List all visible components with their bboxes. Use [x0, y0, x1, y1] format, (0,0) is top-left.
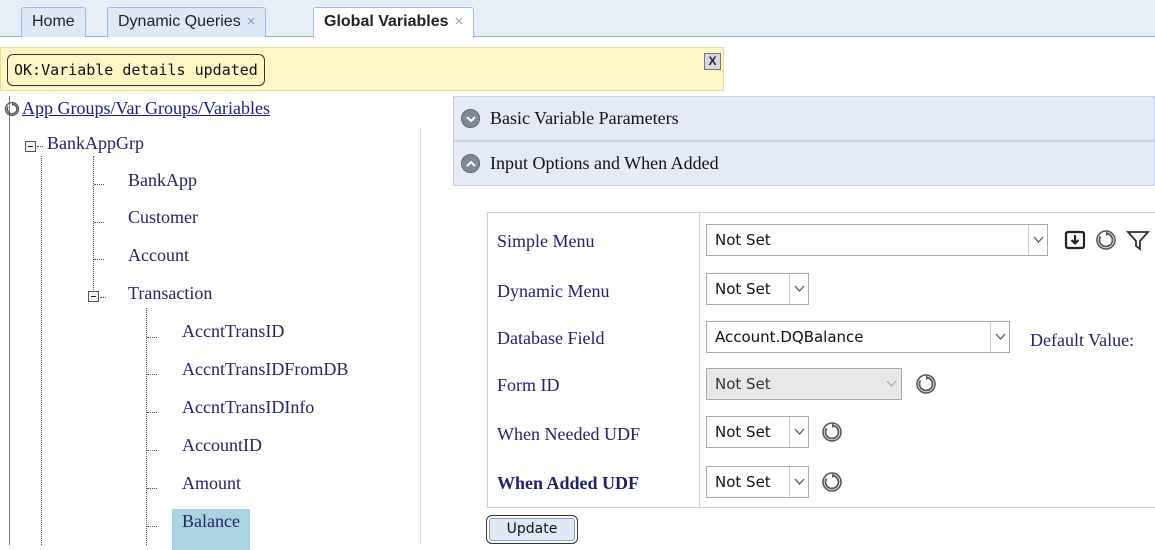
select-value: Not Set — [715, 375, 771, 393]
update-button[interactable]: Update — [486, 515, 578, 544]
refresh-icon[interactable] — [821, 421, 843, 448]
input-options-form — [487, 212, 1155, 507]
select-value: Not Set — [715, 423, 771, 441]
tree-connector — [147, 488, 157, 489]
status-message: OK:Variable details updated — [7, 54, 265, 86]
tree-connector — [41, 156, 42, 545]
refresh-icon[interactable] — [1095, 229, 1117, 256]
pane-divider — [420, 128, 421, 545]
tree-node-var-group[interactable]: BankApp — [128, 170, 197, 191]
tree-node-variable[interactable]: AccntTransID — [182, 321, 284, 342]
tab-dynamic-queries[interactable]: Dynamic Queries × — [107, 7, 267, 37]
default-value-label: Default Value: — [1030, 330, 1135, 350]
tab-global-variables[interactable]: Global Variables × — [313, 7, 475, 38]
when-added-udf-select[interactable]: Not Set — [706, 466, 809, 498]
select-value: Not Set — [715, 231, 771, 249]
database-field-label: Database Field — [497, 328, 605, 348]
download-icon[interactable] — [1064, 229, 1086, 256]
variable-tree: App Groups/Var Groups/Variables BankAppG… — [0, 96, 440, 550]
tree-root-link[interactable]: App Groups/Var Groups/Variables — [22, 98, 270, 119]
form-column-divider — [699, 212, 700, 507]
simple-menu-select[interactable]: Not Set — [706, 224, 1048, 256]
tree-connector — [147, 412, 157, 413]
chevron-down-icon — [789, 274, 808, 304]
tree-node-variable[interactable]: AccntTransIDFromDB — [182, 359, 348, 380]
tree-connector — [147, 526, 157, 527]
tab-home[interactable]: Home — [21, 7, 86, 37]
chevron-down-icon — [882, 369, 901, 399]
form-id-label: Form ID — [497, 375, 560, 395]
chevron-down-icon — [990, 322, 1009, 352]
tab-label: Dynamic Queries — [118, 13, 241, 30]
tree-node-variable-selected[interactable]: Balance — [172, 509, 250, 550]
tree-node-var-group[interactable]: Transaction — [128, 283, 212, 304]
chevron-down-icon — [1028, 225, 1047, 255]
when-added-udf-label: When Added UDF — [497, 473, 640, 493]
tree-connector — [94, 259, 104, 260]
select-value: Not Set — [715, 280, 771, 298]
tab-close-icon[interactable]: × — [247, 13, 256, 30]
tree-connector — [146, 308, 147, 545]
chevron-down-icon — [789, 467, 808, 497]
dynamic-menu-select[interactable]: Not Set — [706, 273, 809, 305]
form-id-select[interactable]: Not Set — [706, 368, 902, 400]
tree-connector — [94, 222, 104, 223]
chevron-up-icon — [461, 154, 480, 173]
tree-node-variable[interactable]: AccountID — [182, 435, 262, 456]
tree-connector — [37, 146, 43, 147]
accordion-title: Basic Variable Parameters — [490, 108, 679, 128]
tab-close-icon[interactable]: × — [455, 13, 464, 30]
tab-bar: Home Dynamic Queries × Global Variables × — [0, 0, 1155, 38]
status-bar: OK:Variable details updated — [0, 47, 724, 91]
tree-node-var-group[interactable]: Account — [128, 245, 189, 266]
tree-connector — [94, 184, 104, 185]
collapse-toggle[interactable] — [25, 141, 36, 152]
refresh-icon[interactable] — [4, 101, 20, 122]
status-close-button[interactable]: X — [704, 53, 721, 70]
form-bottom-border — [487, 507, 1155, 508]
tree-node-app-group[interactable]: BankAppGrp — [47, 133, 144, 154]
select-value: Account.DQBalance — [715, 328, 864, 346]
tree-connector — [93, 156, 94, 296]
accordion-input-options[interactable]: Input Options and When Added — [453, 141, 1155, 186]
tree-connector — [100, 297, 106, 298]
accordion-title: Input Options and When Added — [490, 153, 719, 173]
tree-node-variable[interactable]: Amount — [182, 473, 241, 494]
collapse-toggle[interactable] — [88, 291, 99, 302]
tree-node-var-group[interactable]: Customer — [128, 207, 198, 228]
dynamic-menu-label: Dynamic Menu — [497, 281, 610, 301]
update-button-label: Update — [489, 518, 575, 541]
tree-connector — [147, 337, 157, 338]
tree-connector — [147, 374, 157, 375]
refresh-icon[interactable] — [915, 373, 937, 400]
when-needed-udf-select[interactable]: Not Set — [706, 416, 809, 448]
tab-label: Global Variables — [324, 13, 449, 30]
tree-connector — [147, 450, 157, 451]
chevron-down-icon — [461, 109, 480, 128]
tree-node-variable[interactable]: AccntTransIDInfo — [182, 397, 314, 418]
select-value: Not Set — [715, 473, 771, 491]
when-needed-udf-label: When Needed UDF — [497, 424, 640, 444]
refresh-icon[interactable] — [821, 471, 843, 498]
tree-edge — [9, 96, 10, 545]
filter-icon[interactable] — [1125, 229, 1151, 256]
tab-label: Home — [32, 13, 75, 30]
chevron-down-icon — [789, 417, 808, 447]
database-field-select[interactable]: Account.DQBalance — [706, 321, 1010, 353]
accordion-basic-parameters[interactable]: Basic Variable Parameters — [453, 96, 1155, 141]
simple-menu-label: Simple Menu — [497, 231, 595, 251]
